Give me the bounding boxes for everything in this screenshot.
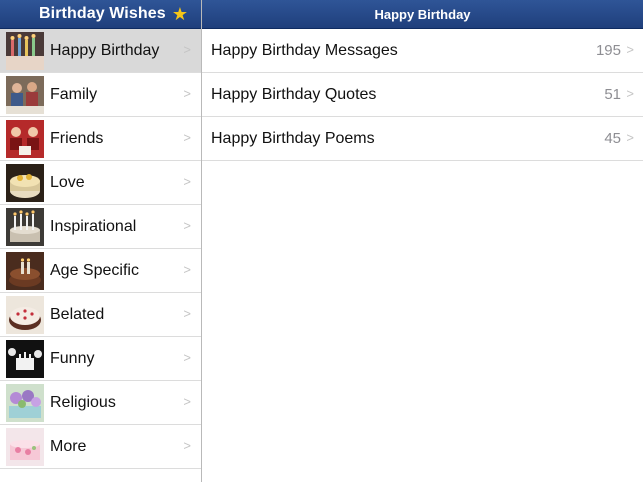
item-count: 45: [604, 130, 621, 147]
detail-title: Happy Birthday: [374, 6, 471, 22]
sidebar-item-friends[interactable]: Friends >: [0, 117, 201, 161]
sidebar-item-happy-birthday[interactable]: Happy Birthday >: [0, 29, 201, 73]
detail-item-label: Happy Birthday Quotes: [211, 85, 377, 103]
sidebar-item-label: Inspirational: [50, 217, 137, 235]
sidebar-item-label: Happy Birthday: [50, 41, 160, 59]
sidebar-item-religious[interactable]: Religious >: [0, 381, 201, 425]
chevron-right-icon: >: [626, 86, 634, 101]
sidebar-item-belated[interactable]: Belated >: [0, 293, 201, 337]
star-icon[interactable]: ★: [171, 5, 189, 23]
sidebar-item-more[interactable]: More >: [0, 425, 201, 469]
pink-cake-image: [6, 427, 44, 466]
detail-navbar: Happy Birthday: [202, 0, 643, 29]
chevron-right-icon: >: [183, 86, 191, 101]
sidebar-navbar: Birthday Wishes ★: [0, 0, 201, 29]
chevron-right-icon: >: [626, 42, 634, 57]
sidebar-item-label: Religious: [50, 393, 116, 411]
birthday-candles-image: [6, 31, 44, 70]
detail-list: Happy Birthday Messages 195 > Happy Birt…: [202, 29, 643, 161]
chevron-right-icon: >: [183, 174, 191, 189]
family-photo-image: [6, 75, 44, 114]
sidebar-item-age-specific[interactable]: Age Specific >: [0, 249, 201, 293]
chevron-right-icon: >: [626, 130, 634, 145]
flower-cake-image: [6, 383, 44, 422]
chevron-right-icon: >: [183, 438, 191, 453]
sidebar-item-label: Love: [50, 173, 85, 191]
sidebar-item-label: Funny: [50, 349, 95, 367]
sidebar-panel: Birthday Wishes ★ Happy Birthday > Famil…: [0, 0, 202, 482]
detail-item-messages[interactable]: Happy Birthday Messages 195 >: [202, 29, 643, 73]
item-count: 51: [604, 86, 621, 103]
detail-item-label: Happy Birthday Poems: [211, 129, 375, 147]
detail-item-poems[interactable]: Happy Birthday Poems 45 >: [202, 117, 643, 161]
chevron-right-icon: >: [183, 262, 191, 277]
chevron-right-icon: >: [183, 350, 191, 365]
chevron-right-icon: >: [183, 218, 191, 233]
love-cake-image: [6, 163, 44, 202]
sidebar-item-label: Belated: [50, 305, 105, 323]
belated-cake-image: [6, 295, 44, 334]
sidebar-item-label: Family: [50, 85, 98, 103]
chevron-right-icon: >: [183, 130, 191, 145]
sidebar-title: Birthday Wishes: [39, 5, 166, 22]
chevron-right-icon: >: [183, 42, 191, 57]
detail-panel: Happy Birthday Happy Birthday Messages 1…: [202, 0, 643, 482]
detail-item-quotes[interactable]: Happy Birthday Quotes 51 >: [202, 73, 643, 117]
sidebar-item-label: Friends: [50, 129, 104, 147]
sidebar-item-funny[interactable]: Funny >: [0, 337, 201, 381]
funny-cartoon-image: [6, 339, 44, 378]
item-count: 195: [595, 42, 621, 59]
detail-item-label: Happy Birthday Messages: [211, 41, 398, 59]
age-cake-image: [6, 251, 44, 290]
sidebar-item-inspirational[interactable]: Inspirational >: [0, 205, 201, 249]
chevron-right-icon: >: [183, 306, 191, 321]
category-list: Happy Birthday > Family > Friends > Love…: [0, 29, 201, 469]
sidebar-item-label: Age Specific: [50, 261, 139, 279]
chevron-right-icon: >: [183, 394, 191, 409]
sidebar-item-family[interactable]: Family >: [0, 73, 201, 117]
friends-photo-image: [6, 119, 44, 158]
sidebar-item-love[interactable]: Love >: [0, 161, 201, 205]
sidebar-item-label: More: [50, 437, 87, 455]
candles-cake-image: [6, 207, 44, 246]
